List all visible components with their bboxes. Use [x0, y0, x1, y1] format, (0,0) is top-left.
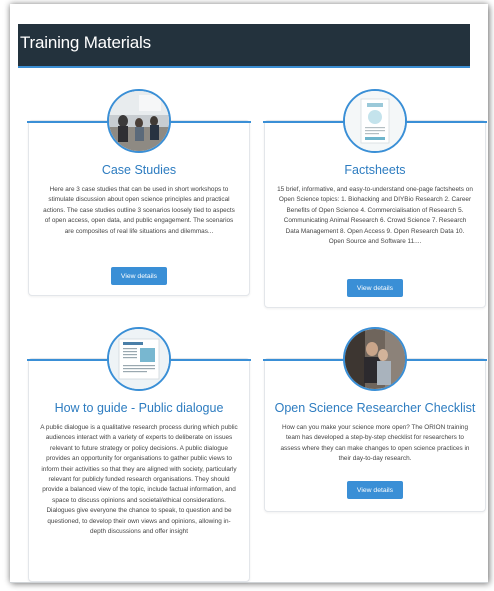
card-description: Here are 3 case studies that can be used… [43, 186, 235, 235]
card-title[interactable]: How to guide - Public dialogue [29, 401, 249, 415]
card-description: A public dialogue is a qualitative resea… [40, 424, 238, 536]
page-header: Training Materials [18, 24, 470, 68]
factsheet-document-icon[interactable] [343, 89, 407, 153]
view-details-button[interactable]: View details [347, 481, 403, 499]
card-description: How can you make your science more open?… [280, 424, 470, 463]
card-description: 15 brief, informative, and easy-to-under… [277, 186, 473, 246]
page-title: Training Materials [20, 33, 151, 52]
card-title[interactable]: Case Studies [29, 163, 249, 177]
guide-document-icon[interactable] [107, 327, 171, 391]
workshop-photo-icon[interactable] [107, 89, 171, 153]
card-title[interactable]: Open Science Researcher Checklist [265, 401, 485, 415]
view-details-button[interactable]: View details [111, 267, 167, 285]
page-bottom-rule [10, 582, 488, 583]
researcher-photo-icon[interactable] [343, 327, 407, 391]
view-details-button[interactable]: View details [347, 279, 403, 297]
card-public-dialogue-guide: How to guide - Public dialogue A public … [27, 358, 251, 582]
card-title[interactable]: Factsheets [265, 163, 485, 177]
